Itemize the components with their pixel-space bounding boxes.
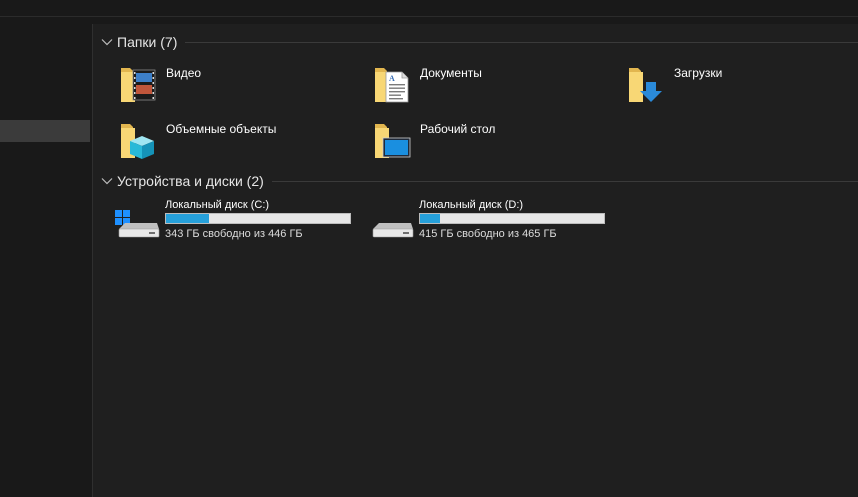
hard-drive-icon — [372, 223, 414, 238]
navigation-pane-selected-item[interactable] — [0, 120, 90, 142]
folder-item-3d-objects[interactable]: Объемные объекты — [118, 118, 276, 162]
folder-label: Рабочий стол — [420, 122, 496, 136]
folder-item-desktop[interactable]: Рабочий стол — [372, 118, 495, 162]
title-bar — [0, 0, 858, 16]
folder-label: Объемные объекты — [166, 122, 277, 136]
folder-item-documents[interactable]: A Документы — [372, 62, 482, 106]
folders-group-rule — [185, 41, 858, 43]
folder-label: Документы — [420, 66, 482, 80]
desktop-folder-icon — [375, 124, 411, 158]
documents-folder-icon: A — [375, 68, 409, 103]
drive-usage-bar — [165, 213, 351, 224]
drive-usage-fill — [166, 214, 209, 223]
drive-name: Локальный диск (D:) — [419, 199, 524, 211]
drives-group-rule — [271, 180, 858, 182]
drive-name: Локальный диск (C:) — [165, 199, 270, 211]
videos-folder-icon — [121, 68, 156, 102]
file-view[interactable]: Папки (7) Видео A Документы Загрузки Объ… — [93, 24, 858, 497]
drives-group-header[interactable]: Устройства и диски (2) — [101, 172, 858, 190]
folders-group-header[interactable]: Папки (7) — [101, 33, 858, 51]
drive-free-space: 343 ГБ свободно из 446 ГБ — [165, 228, 303, 240]
drive-usage-fill — [420, 214, 440, 223]
drive-free-space: 415 ГБ свободно из 465 ГБ — [419, 228, 557, 240]
folder-label: Загрузки — [674, 66, 723, 80]
system-drive-icon — [115, 210, 160, 238]
drive-item-d[interactable]: Локальный диск (D:) 415 ГБ свободно из 4… — [369, 199, 605, 240]
folder-label: Видео — [166, 66, 202, 80]
title-bar-divider — [0, 16, 858, 17]
3d-objects-folder-icon — [121, 124, 154, 159]
drives-group-title: Устройства и диски (2) — [117, 173, 264, 189]
chevron-down-icon[interactable] — [101, 175, 113, 187]
svg-text:A: A — [389, 74, 395, 83]
folder-item-videos[interactable]: Видео — [118, 62, 201, 106]
drive-usage-bar — [419, 213, 605, 224]
folders-group-title: Папки (7) — [117, 34, 178, 50]
downloads-folder-icon — [629, 68, 662, 102]
navigation-pane[interactable] — [0, 17, 92, 497]
drive-item-c[interactable]: Локальный диск (C:) 343 ГБ свободно из 4… — [115, 199, 351, 240]
chevron-down-icon[interactable] — [101, 36, 113, 48]
folder-item-downloads[interactable]: Загрузки — [626, 62, 722, 106]
